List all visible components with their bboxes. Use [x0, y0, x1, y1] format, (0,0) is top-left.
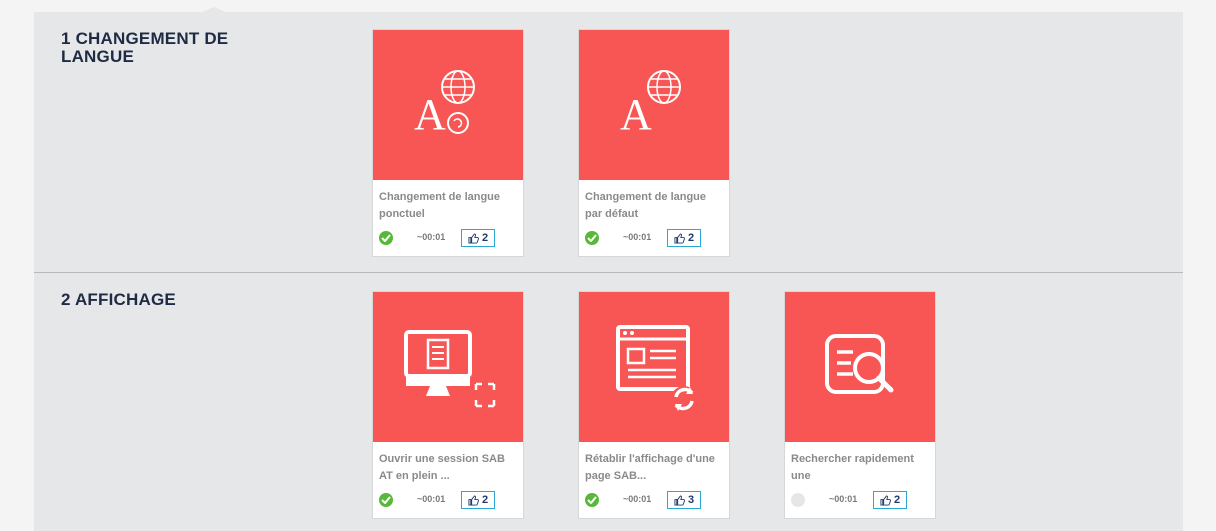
like-count: 2 — [481, 494, 489, 506]
card-title[interactable]: Changement de langue par défaut — [585, 189, 723, 223]
card-meta: ~00:01 2 — [379, 229, 519, 247]
search-document-icon — [825, 334, 894, 394]
card-title[interactable]: Ouvrir une session SAB AT en plein ... — [379, 451, 517, 485]
card-thumbnail[interactable] — [785, 292, 935, 442]
not-started-status-icon — [791, 493, 805, 507]
language-change-icon: A — [414, 70, 475, 139]
section-affichage: 2 AFFICHAGE Ouvrir une session SAB AT en… — [34, 273, 1183, 531]
like-button[interactable]: 2 — [461, 491, 495, 509]
section-changement-de-langue: 1 CHANGEMENT DE LANGUE A Changement de l… — [34, 12, 1183, 273]
like-count: 2 — [687, 232, 695, 244]
card-thumbnail[interactable]: A — [373, 30, 523, 180]
language-default-icon: A — [620, 70, 681, 139]
like-button[interactable]: 2 — [461, 229, 495, 247]
thumbs-up-icon — [674, 232, 685, 244]
card-meta: ~00:01 3 — [585, 491, 725, 509]
section-title: 1 CHANGEMENT DE LANGUE — [61, 29, 229, 66]
like-count: 2 — [481, 232, 489, 244]
like-button[interactable]: 2 — [873, 491, 907, 509]
card-title[interactable]: Rétablir l'affichage d'une page SAB... — [585, 451, 723, 485]
like-count: 2 — [893, 494, 901, 506]
course-card[interactable]: Rétablir l'affichage d'une page SAB... ~… — [579, 292, 729, 518]
completed-check-icon — [379, 493, 393, 507]
card-meta: ~00:01 2 — [791, 491, 931, 509]
card-thumbnail[interactable]: A — [579, 30, 729, 180]
like-button[interactable]: 3 — [667, 491, 701, 509]
card-title[interactable]: Rechercher rapidement une — [791, 451, 929, 485]
svg-text:A: A — [414, 90, 446, 139]
course-card[interactable]: A Changement de langue par défaut ~00:01… — [579, 30, 729, 256]
course-card[interactable]: Ouvrir une session SAB AT en plein ... ~… — [373, 292, 523, 518]
fullscreen-monitor-icon — [404, 330, 496, 408]
card-thumbnail[interactable] — [373, 292, 523, 442]
card-meta: ~00:01 2 — [585, 229, 725, 247]
card-duration: ~00:01 — [623, 232, 652, 242]
card-meta: ~00:01 2 — [379, 491, 519, 509]
card-duration: ~00:01 — [417, 232, 446, 242]
card-title[interactable]: Changement de langue ponctuel — [379, 189, 517, 223]
like-count: 3 — [687, 494, 695, 506]
section-title: 2 AFFICHAGE — [61, 290, 176, 309]
thumbs-up-icon — [468, 494, 479, 506]
svg-text:A: A — [620, 90, 652, 139]
refresh-page-icon — [616, 325, 697, 412]
course-card[interactable]: A Changement de langue ponctuel ~00:01 2 — [373, 30, 523, 256]
course-panel: 1 CHANGEMENT DE LANGUE A Changement de l… — [34, 12, 1183, 531]
card-duration: ~00:01 — [417, 494, 446, 504]
thumbs-up-icon — [674, 494, 685, 506]
completed-check-icon — [585, 493, 599, 507]
card-duration: ~00:01 — [829, 494, 858, 504]
completed-check-icon — [585, 231, 599, 245]
course-card[interactable]: Rechercher rapidement une ~00:01 2 — [785, 292, 935, 518]
card-duration: ~00:01 — [623, 494, 652, 504]
completed-check-icon — [379, 231, 393, 245]
thumbs-up-icon — [880, 494, 891, 506]
thumbs-up-icon — [468, 232, 479, 244]
card-thumbnail[interactable] — [579, 292, 729, 442]
like-button[interactable]: 2 — [667, 229, 701, 247]
